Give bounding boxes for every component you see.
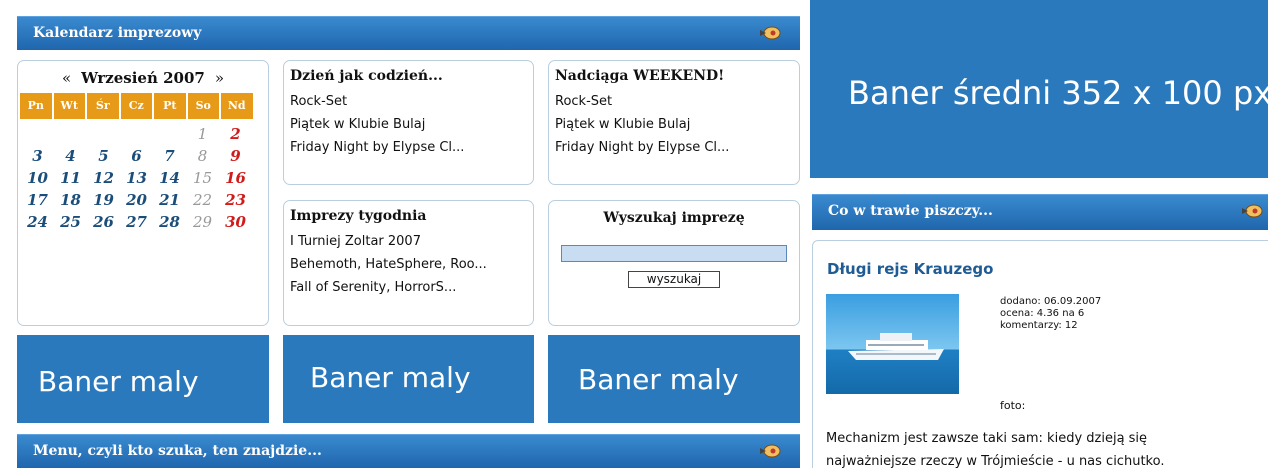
small-banner[interactable]: Baner maly [17, 335, 269, 423]
toggle-icon[interactable] [760, 443, 782, 459]
weekend-events-box: Nadciąga WEEKEND! Rock-Set Piątek w Klub… [548, 60, 800, 185]
calendar-grid: 1 2 3 4 5 6 7 8 9 10 11 12 13 14 15 16 17 18 19 20 21 22 23 24 2… [21, 123, 265, 233]
calendar-day[interactable]: 30 [219, 211, 252, 233]
small-banner[interactable]: Baner maly [283, 335, 534, 423]
article-text-line: najważniejsze rzeczy w Trójmieście - u n… [826, 454, 1165, 468]
medium-banner-label: Baner średni 352 x 100 px [848, 74, 1268, 112]
calendar-day[interactable]: 25 [54, 211, 87, 233]
month-label: Wrzesień 2007 [81, 69, 205, 87]
next-month-link[interactable]: » [205, 69, 234, 87]
menu-panel-title: Menu, czyli kto szuka, ten znajdzie... [33, 443, 322, 459]
event-link[interactable]: Behemoth, HateSphere, Roo... [290, 253, 527, 276]
calendar-day[interactable]: 8 [186, 145, 219, 167]
event-link[interactable]: Fall of Serenity, HorrorS... [290, 276, 527, 299]
weekday-label: Nd [221, 93, 253, 119]
calendar-day[interactable]: 10 [21, 167, 54, 189]
calendar-day[interactable]: 26 [87, 211, 120, 233]
calendar-day[interactable]: 1 [186, 123, 219, 145]
gossip-panel-header: Co w trawie piszczy... [812, 194, 1268, 230]
weekday-label: Śr [87, 93, 119, 119]
calendar-day[interactable]: 14 [153, 167, 186, 189]
calendar-day[interactable]: 22 [186, 189, 219, 211]
search-input[interactable] [561, 245, 787, 262]
small-banner-label: Baner maly [310, 361, 471, 394]
calendar-panel-title: Kalendarz imprezowy [33, 25, 202, 41]
calendar-panel-header: Kalendarz imprezowy [17, 16, 800, 50]
weekday-label: Cz [120, 93, 152, 119]
article-comments[interactable]: komentarzy: 12 [1000, 319, 1078, 332]
calendar-day[interactable]: 3 [21, 145, 54, 167]
article-title[interactable]: Długi rejs Krauzego [827, 260, 993, 278]
photo-label: foto: [1000, 399, 1026, 412]
prev-month-link[interactable]: « [52, 69, 81, 87]
calendar-day[interactable]: 16 [219, 167, 252, 189]
calendar-header: «Wrzesień 2007» [21, 65, 265, 93]
calendar-day[interactable]: 15 [186, 167, 219, 189]
weekly-events-title: Imprezy tygodnia [290, 208, 427, 224]
event-link[interactable]: Friday Night by Elypse Cl... [555, 136, 793, 159]
search-button[interactable]: wyszukaj [628, 271, 720, 288]
article-text-line: Mechanizm jest zawsze taki sam: kiedy dz… [826, 431, 1148, 446]
search-title: Wyszukaj imprezę [603, 210, 745, 226]
weekend-events-title: Nadciąga WEEKEND! [555, 68, 725, 84]
gossip-panel-title: Co w trawie piszczy... [828, 203, 993, 219]
calendar-day[interactable]: 5 [87, 145, 120, 167]
event-link[interactable]: Rock-Set [555, 90, 793, 113]
calendar-day[interactable]: 12 [87, 167, 120, 189]
gossip-article: Długi rejs Krauzego dodano: 06.09.2007 o… [812, 240, 1268, 468]
calendar-day[interactable]: 23 [219, 189, 252, 211]
small-banner-label: Baner maly [38, 365, 199, 398]
weekly-events-box: Imprezy tygodnia I Turniej Zoltar 2007 B… [283, 200, 534, 326]
article-photo[interactable] [826, 294, 959, 394]
calendar-day[interactable]: 24 [21, 211, 54, 233]
calendar-box: «Wrzesień 2007» Pn Wt Śr Cz Pt So Nd 123456789… [17, 60, 269, 326]
calendar-day[interactable]: 4 [54, 145, 87, 167]
calendar-day[interactable]: 19 [87, 189, 120, 211]
calendar-day[interactable]: 13 [120, 167, 153, 189]
calendar-empty-cell [54, 123, 87, 145]
weekday-label: Pt [154, 93, 186, 119]
calendar-day[interactable]: 2 [219, 123, 252, 145]
weekday-label: Pn [20, 93, 52, 119]
toggle-icon[interactable] [760, 25, 782, 41]
calendar-day[interactable]: 9 [219, 145, 252, 167]
daily-events-title: Dzień jak codzień... [290, 68, 443, 84]
daily-events-box: Dzień jak codzień... Rock-Set Piątek w K… [283, 60, 534, 185]
event-link[interactable]: I Turniej Zoltar 2007 [290, 230, 527, 253]
calendar-day[interactable]: 27 [120, 211, 153, 233]
weekday-label: So [187, 93, 219, 119]
medium-banner[interactable]: Baner średni 352 x 100 px [810, 0, 1268, 178]
event-link[interactable]: Rock-Set [290, 90, 527, 113]
small-banner[interactable]: Baner maly [548, 335, 800, 423]
weekday-label: Wt [53, 93, 85, 119]
calendar-empty-cell [87, 123, 120, 145]
calendar-day[interactable]: 11 [54, 167, 87, 189]
calendar-day[interactable]: 17 [21, 189, 54, 211]
small-banner-label: Baner maly [578, 363, 739, 396]
toggle-icon[interactable] [1242, 203, 1264, 219]
event-link[interactable]: Friday Night by Elypse Cl... [290, 136, 527, 159]
calendar-day[interactable]: 20 [120, 189, 153, 211]
event-link[interactable]: Piątek w Klubie Bulaj [290, 113, 527, 136]
menu-panel-header: Menu, czyli kto szuka, ten znajdzie... [17, 434, 800, 468]
calendar-day[interactable]: 21 [153, 189, 186, 211]
calendar-day[interactable]: 6 [120, 145, 153, 167]
calendar-day[interactable]: 29 [186, 211, 219, 233]
calendar-empty-cell [153, 123, 186, 145]
calendar-empty-cell [120, 123, 153, 145]
search-box: Wyszukaj imprezę wyszukaj [548, 200, 800, 326]
calendar-day[interactable]: 18 [54, 189, 87, 211]
calendar-empty-cell [21, 123, 54, 145]
event-link[interactable]: Piątek w Klubie Bulaj [555, 113, 793, 136]
weekday-header: Pn Wt Śr Cz Pt So Nd [20, 93, 265, 119]
calendar-day[interactable]: 28 [153, 211, 186, 233]
calendar-day[interactable]: 7 [153, 145, 186, 167]
